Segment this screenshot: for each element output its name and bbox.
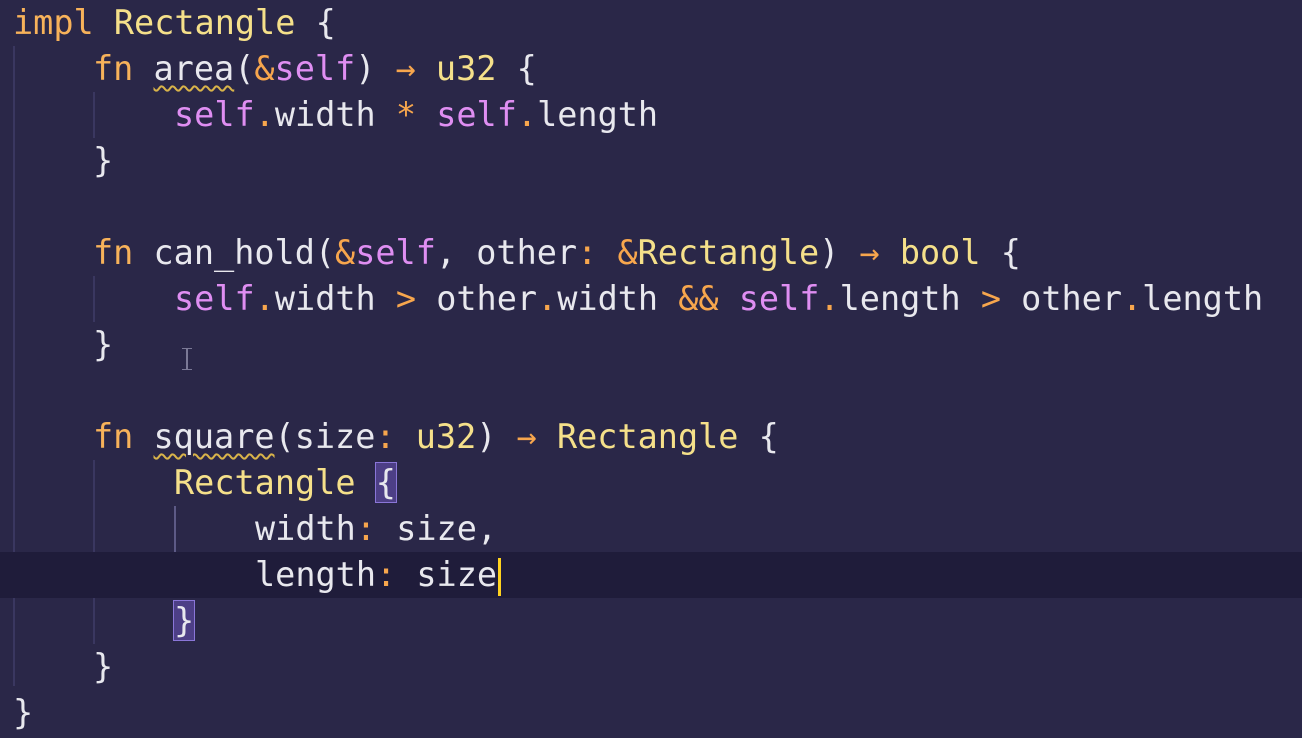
code-line-3[interactable]: self.width * self.length <box>0 92 1302 138</box>
code-line-12[interactable]: width: size, <box>0 506 1302 552</box>
code-line-15[interactable]: } <box>0 644 1302 690</box>
matched-open-brace: { <box>374 462 397 503</box>
return-arrow: → <box>516 417 537 456</box>
text-caret <box>498 557 502 596</box>
close-brace: } <box>93 141 114 180</box>
code-editor[interactable]: impl Rectangle { fn area(&self) → u32 { … <box>0 0 1302 738</box>
function-name-square: square <box>153 417 275 456</box>
code-line-13-current[interactable]: length: size <box>0 552 1302 598</box>
code-line-9[interactable] <box>0 368 1302 414</box>
close-brace: } <box>13 693 34 732</box>
return-arrow: → <box>859 233 880 272</box>
close-brace: } <box>93 647 114 686</box>
code-line-2[interactable]: fn area(&self) → u32 { <box>0 46 1302 92</box>
open-brace: { <box>315 3 336 42</box>
keyword-impl: impl <box>13 3 94 42</box>
code-line-11[interactable]: Rectangle { <box>0 460 1302 506</box>
function-name-area: area <box>153 49 235 88</box>
code-line-6[interactable]: fn can_hold(&self, other: &Rectangle) → … <box>0 230 1302 276</box>
code-line-4[interactable]: } <box>0 138 1302 184</box>
keyword-fn: fn <box>93 49 134 88</box>
code-line-7[interactable]: self.width > other.width && self.length … <box>0 276 1302 322</box>
self-param: self <box>274 49 356 88</box>
close-brace: } <box>93 325 114 364</box>
code-line-10[interactable]: fn square(size: u32) → Rectangle { <box>0 414 1302 460</box>
function-name-can-hold: can_hold <box>153 233 315 272</box>
code-line-14[interactable]: } <box>0 598 1302 644</box>
code-line-8[interactable]: } <box>0 322 1302 368</box>
keyword-fn: fn <box>93 233 134 272</box>
return-arrow: → <box>395 49 416 88</box>
type-name: Rectangle <box>113 3 296 42</box>
keyword-fn: fn <box>93 417 134 456</box>
code-line-16[interactable]: } <box>0 690 1302 736</box>
mouse-ibeam-cursor-icon <box>182 348 192 370</box>
code-line-1[interactable]: impl Rectangle { <box>0 0 1302 46</box>
code-line-5[interactable] <box>0 184 1302 230</box>
matched-close-brace: } <box>172 600 196 641</box>
type-name: u32 <box>435 49 497 88</box>
